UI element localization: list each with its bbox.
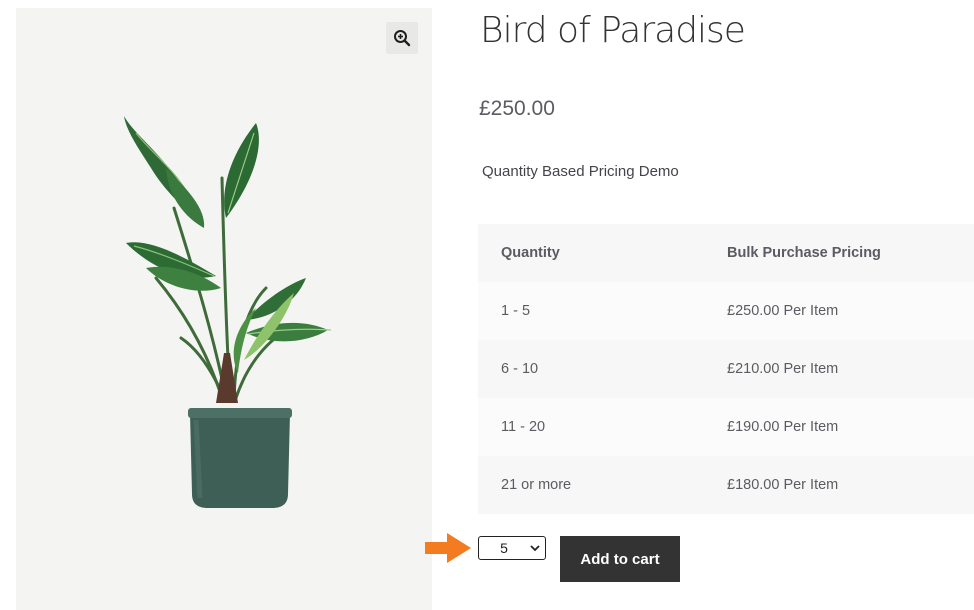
- product-title: Bird of Paradise: [480, 10, 746, 51]
- table-row: 1 - 5 £250.00 Per Item: [478, 282, 974, 340]
- quantity-range: 21 or more: [501, 477, 572, 493]
- product-gallery: [16, 8, 432, 610]
- table-row: 11 - 20 £190.00 Per Item: [478, 398, 974, 456]
- chevron-down-icon: [525, 544, 545, 552]
- quantity-range: 1 - 5: [501, 303, 531, 319]
- product-price: £250.00: [479, 97, 555, 120]
- product-image[interactable]: [96, 98, 356, 518]
- unit-price: £190.00 Per Item: [727, 419, 839, 435]
- unit-price: £250.00 Per Item: [727, 303, 839, 319]
- quantity-select[interactable]: 5: [478, 536, 546, 560]
- quantity-range: 11 - 20: [501, 419, 546, 435]
- quantity-range: 6 - 10: [501, 361, 539, 377]
- unit-price: £180.00 Per Item: [727, 477, 839, 493]
- table-row: 21 or more £180.00 Per Item: [478, 456, 974, 514]
- unit-price: £210.00 Per Item: [727, 361, 839, 377]
- bulk-pricing-table: Quantity Bulk Purchase Pricing 1 - 5 £25…: [478, 224, 974, 514]
- product-description: Quantity Based Pricing Demo: [482, 163, 679, 180]
- column-header-quantity: Quantity: [478, 224, 704, 282]
- table-row: 6 - 10 £210.00 Per Item: [478, 340, 974, 398]
- quantity-value: 5: [500, 540, 508, 556]
- product-page: Bird of Paradise £250.00 Quantity Based …: [0, 0, 974, 610]
- table-header-row: Quantity Bulk Purchase Pricing: [478, 224, 974, 282]
- column-header-bulk-pricing: Bulk Purchase Pricing: [704, 224, 974, 282]
- arrow-right-icon: [425, 533, 471, 563]
- add-to-cart-button[interactable]: Add to cart: [560, 536, 680, 582]
- zoom-in-icon: [394, 30, 411, 47]
- zoom-button[interactable]: [386, 22, 418, 54]
